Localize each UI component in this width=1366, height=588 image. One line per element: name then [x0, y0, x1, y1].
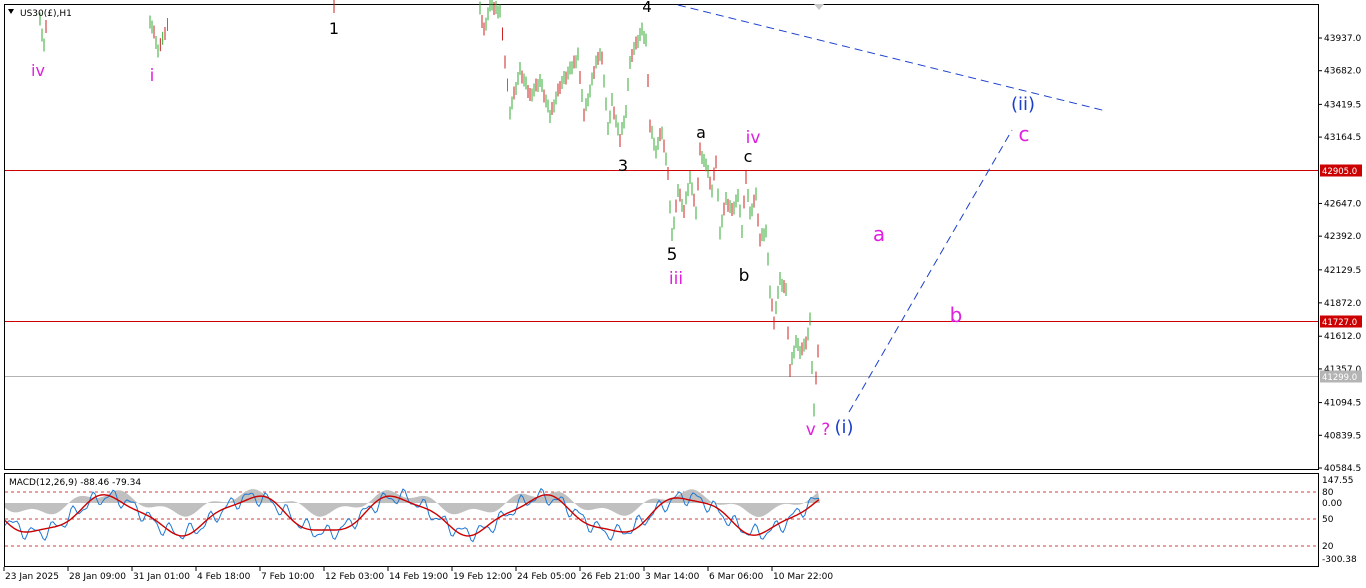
macd-tick-label-0: 147.55 [1322, 476, 1354, 486]
wave-label-12: (i) [834, 417, 853, 438]
price-tick-label-6: 42392.0 [1324, 232, 1361, 242]
level-tag-text-2: 41299.0 [1322, 373, 1357, 383]
wave-label-13: (ii) [1011, 94, 1035, 115]
time-tick-label-0: 23 Jan 2025 [5, 572, 59, 582]
level-tag-text-1: 41727.0 [1322, 318, 1357, 328]
price-tick-label-7: 42129.5 [1324, 266, 1361, 276]
wave-label-11: v ? [806, 420, 831, 440]
price-tick-label-3: 43164.5 [1324, 133, 1361, 143]
symbol-label: US30(£),H1 [20, 9, 72, 19]
time-tick-label-9: 26 Feb 21:00 [581, 572, 640, 582]
level-tag-text-0: 42905.0 [1322, 167, 1357, 177]
price-tick-label-10: 41612.0 [1324, 332, 1361, 342]
wave-label-5: a [696, 123, 706, 142]
macd-panel [4, 473, 1319, 567]
wave-label-0: iv [31, 61, 45, 80]
price-tick-label-1: 43682.0 [1324, 67, 1361, 77]
price-tick-label-13: 41094.5 [1324, 399, 1361, 409]
time-tick-label-4: 7 Feb 10:00 [261, 572, 315, 582]
price-axis: 43937.0 43682.0 43419.5 43164.5 42647.0 42392… [1318, 34, 1361, 474]
macd-tick-label-2: 0.00 [1322, 499, 1342, 509]
macd-tick-label-1: 80 [1322, 488, 1334, 498]
wave-label-6: iv [746, 128, 761, 148]
price-tick-label-14: 40839.5 [1324, 431, 1361, 441]
wave-label-2: 1 [329, 19, 339, 38]
time-tick-label-10: 3 Mar 14:00 [645, 572, 700, 582]
time-tick-label-12: 10 Mar 22:00 [773, 572, 833, 582]
macd-tick-label-3: 50 [1322, 515, 1334, 525]
wave-label-15: a [873, 222, 885, 246]
wave-label-7: c [744, 147, 753, 166]
price-tick-label-15: 40584.5 [1324, 464, 1361, 474]
macd-tick-label-5: -300.38 [1322, 555, 1357, 565]
time-axis: 23 Jan 2025 28 Jan 09:00 31 Jan 01:00 4 Feb… [3, 567, 833, 582]
wave-label-8: 5 [667, 245, 678, 265]
time-tick-label-6: 14 Feb 19:00 [389, 572, 448, 582]
macd-label: MACD(12,26,9) -88.46 -79.34 [9, 478, 141, 488]
macd-tick-label-4: 20 [1322, 542, 1334, 552]
price-tick-label-8: 41872.0 [1324, 299, 1361, 309]
price-panel [4, 4, 1319, 470]
price-tick-label-5: 42647.0 [1324, 199, 1361, 209]
wave-label-3: 4 [642, 0, 652, 16]
time-tick-label-5: 12 Feb 03:00 [325, 572, 384, 582]
time-tick-label-8: 24 Feb 05:00 [517, 572, 576, 582]
wave-label-16: b [950, 303, 963, 327]
macd-axis: 147.55 800.00 50 20 -300.38 [1322, 476, 1357, 565]
time-tick-label-3: 4 Feb 18:00 [197, 572, 251, 582]
time-tick-label-1: 28 Jan 09:00 [69, 572, 126, 582]
time-tick-label-7: 19 Feb 12:00 [453, 572, 512, 582]
price-tick-label-2: 43419.5 [1324, 100, 1361, 110]
chart-canvas: US30(£),H1 iv i143a ivc5iii bv ? (i)(ii)cab … [3, 0, 1362, 582]
wave-label-9: iii [669, 269, 683, 289]
wave-label-4: 3 [618, 156, 628, 175]
wave-label-14: c [1019, 122, 1030, 146]
wave-label-10: b [739, 266, 750, 286]
time-tick-label-2: 31 Jan 01:00 [133, 572, 190, 582]
time-tick-label-11: 6 Mar 06:00 [709, 572, 764, 582]
price-tick-label-0: 43937.0 [1324, 34, 1361, 44]
wave-label-1: i [150, 66, 155, 86]
